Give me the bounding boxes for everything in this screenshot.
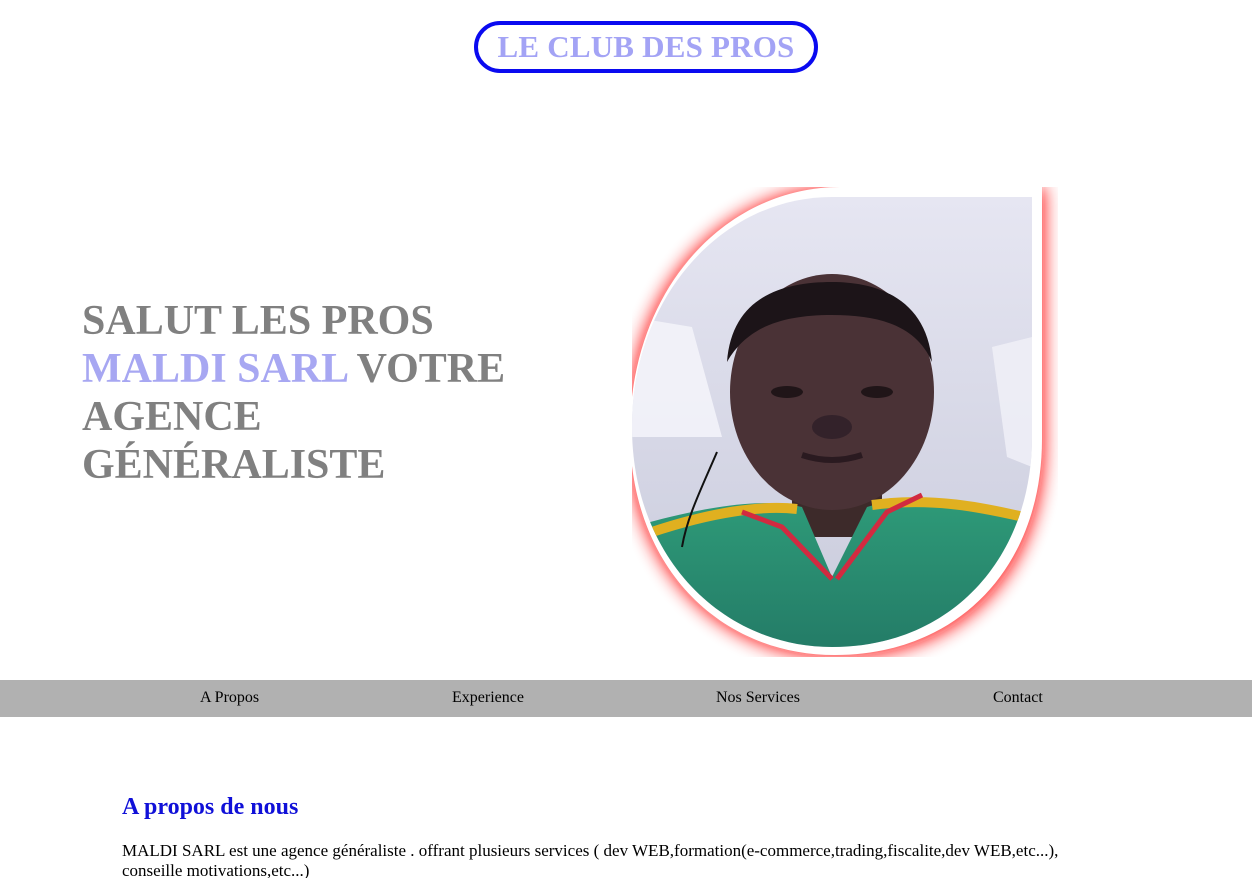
hero-highlight: MALDI SARL xyxy=(82,346,347,392)
main-navbar: A Propos Experience Nos Services Contact xyxy=(0,680,1252,717)
profile-photo-illustration xyxy=(632,187,1044,657)
about-section-text: MALDI SARL est une agence généraliste . … xyxy=(122,841,1059,878)
nav-item-nos-services[interactable]: Nos Services xyxy=(716,689,800,707)
brand-title: LE CLUB DES PROS xyxy=(497,29,795,64)
hero-headline: SALUT LES PROS MALDI SARL VOTRE AGENCE G… xyxy=(82,297,552,489)
hero-line-1: SALUT LES PROS xyxy=(82,298,434,344)
about-section-title: A propos de nous xyxy=(122,794,299,820)
profile-photo xyxy=(632,187,1058,657)
hero-line-2-rest: VOTRE xyxy=(346,346,506,392)
hero-line-3: AGENCE xyxy=(82,394,262,440)
page: LE CLUB DES PROS SALUT LES PROS MALDI SA… xyxy=(0,0,1252,878)
hero-line-4: GÉNÉRALISTE xyxy=(82,442,386,488)
nav-item-a-propos[interactable]: A Propos xyxy=(200,689,259,707)
brand-logo[interactable]: LE CLUB DES PROS xyxy=(474,21,818,73)
nav-item-contact[interactable]: Contact xyxy=(993,689,1043,707)
nav-item-experience[interactable]: Experience xyxy=(452,689,524,707)
